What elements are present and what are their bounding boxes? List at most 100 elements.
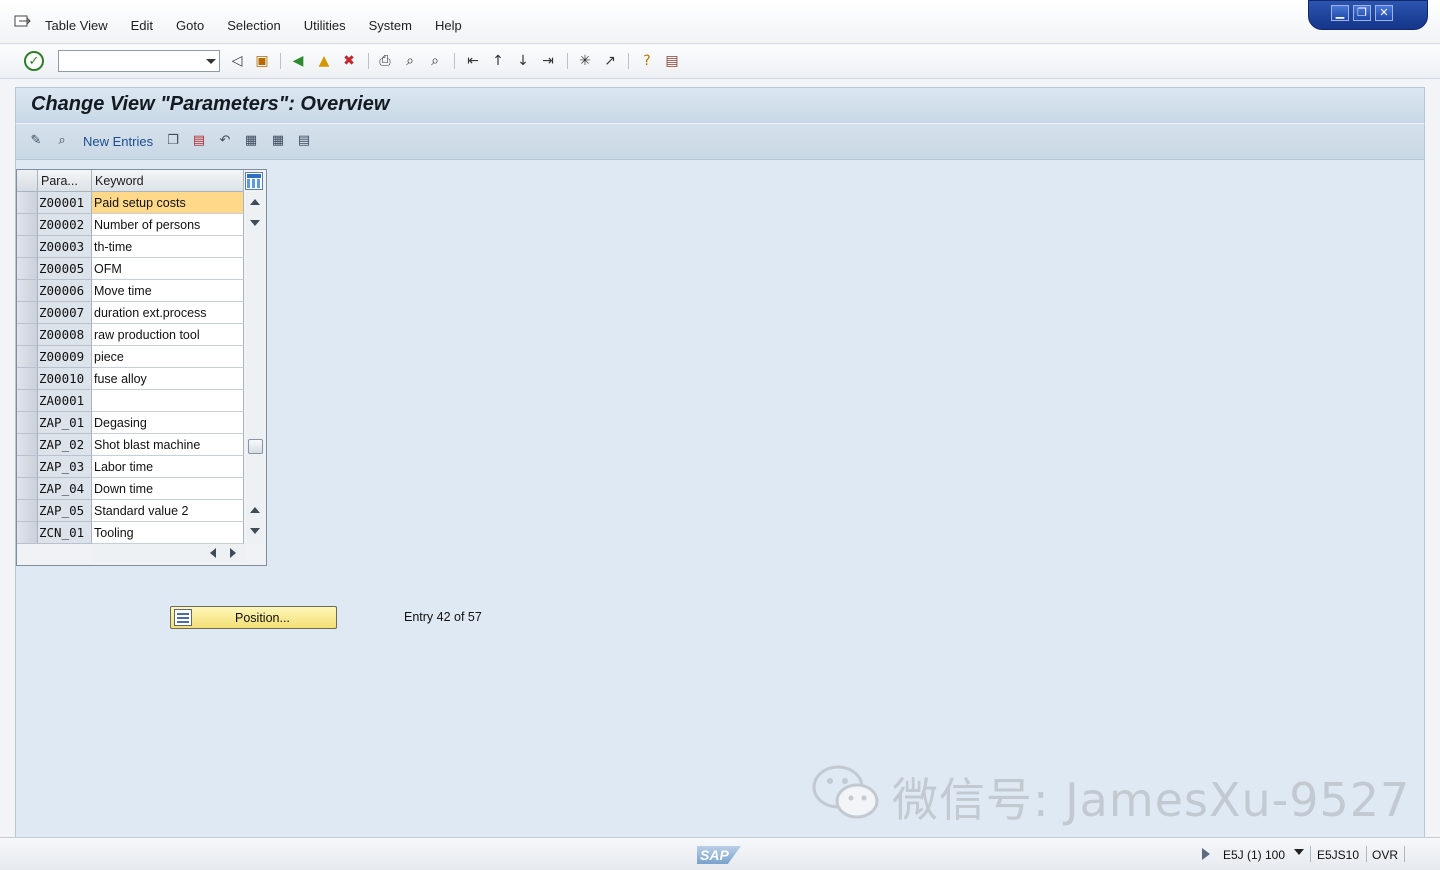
- create-session-icon[interactable]: ✳: [576, 52, 594, 70]
- table-row: Z00002 Number of persons: [17, 214, 244, 236]
- row-selector[interactable]: [17, 280, 38, 302]
- row-selector[interactable]: [17, 236, 38, 258]
- command-field[interactable]: [58, 50, 220, 72]
- row-selector[interactable]: [17, 368, 38, 390]
- scroll-thumb[interactable]: [248, 439, 263, 454]
- toolbar-separator: [567, 53, 568, 69]
- command-dropdown-icon[interactable]: [206, 59, 216, 64]
- scroll-down-icon[interactable]: [250, 220, 260, 226]
- table-row: Z00001 Paid setup costs: [17, 192, 244, 214]
- scroll-up-icon[interactable]: [250, 199, 260, 205]
- table-settings-icon[interactable]: [245, 172, 263, 190]
- layout-menu-icon[interactable]: ▤: [663, 52, 681, 70]
- row-selector[interactable]: [17, 390, 38, 412]
- row-selector[interactable]: [17, 522, 38, 544]
- scroll-left-icon[interactable]: [210, 548, 216, 558]
- find-next-icon[interactable]: ⌕: [426, 52, 444, 70]
- table-row: ZAP_04 Down time: [17, 478, 244, 500]
- display-change-icon[interactable]: ✎: [27, 132, 45, 150]
- select-block-icon[interactable]: ▦: [269, 132, 287, 150]
- row-selector[interactable]: [17, 478, 38, 500]
- enter-icon[interactable]: ✓: [24, 51, 44, 71]
- status-expand-icon[interactable]: [1202, 848, 1210, 860]
- details-icon[interactable]: ⌕: [53, 132, 71, 150]
- keyword-cell[interactable]: duration ext.process: [92, 302, 244, 324]
- keyword-cell[interactable]: Degasing: [92, 412, 244, 434]
- menu-item-system[interactable]: System: [369, 18, 412, 33]
- keyword-cell[interactable]: Standard value 2: [92, 500, 244, 522]
- menu-item-help[interactable]: Help: [435, 18, 462, 33]
- new-entries-button[interactable]: New Entries: [83, 134, 153, 149]
- entry-counter: Entry 42 of 57: [404, 610, 482, 624]
- column-header-keyword[interactable]: Keyword: [92, 170, 244, 192]
- menu-item-edit[interactable]: Edit: [131, 18, 153, 33]
- parameter-cell: Z00007: [38, 302, 92, 324]
- last-page-icon[interactable]: ⇥: [539, 52, 557, 70]
- row-selector[interactable]: [17, 434, 38, 456]
- horizontal-scrollbar[interactable]: [92, 544, 246, 562]
- system-info-dropdown-icon[interactable]: [1294, 849, 1304, 855]
- print-icon[interactable]: ⎙: [376, 52, 394, 70]
- row-selector[interactable]: [17, 258, 38, 280]
- menu-item-utilities[interactable]: Utilities: [304, 18, 346, 33]
- keyword-cell[interactable]: Tooling: [92, 522, 244, 544]
- copy-as-icon[interactable]: ❐: [164, 132, 182, 150]
- status-divider: [1310, 846, 1311, 862]
- keyword-cell[interactable]: fuse alloy: [92, 368, 244, 390]
- page-title: Change View "Parameters": Overview: [31, 93, 390, 115]
- keyword-cell[interactable]: [92, 390, 244, 412]
- vertical-scrollbar[interactable]: [246, 192, 264, 544]
- table-row: Z00006 Move time: [17, 280, 244, 302]
- row-selector[interactable]: [17, 346, 38, 368]
- menu-item-selection[interactable]: Selection: [227, 18, 280, 33]
- keyword-cell[interactable]: Paid setup costs: [92, 192, 244, 214]
- keyword-cell[interactable]: OFM: [92, 258, 244, 280]
- scroll-right-icon[interactable]: [230, 548, 236, 558]
- close-icon[interactable]: ✕: [1375, 5, 1393, 21]
- cancel-icon[interactable]: ✖: [340, 52, 358, 70]
- row-selector[interactable]: [17, 302, 38, 324]
- minimize-icon[interactable]: ▁: [1331, 5, 1349, 21]
- restore-icon[interactable]: ❐: [1353, 5, 1371, 21]
- toolbar-separator: [454, 53, 455, 69]
- previous-page-icon[interactable]: ↑: [489, 52, 507, 70]
- keyword-cell[interactable]: raw production tool: [92, 324, 244, 346]
- shortcut-icon[interactable]: ↗: [601, 52, 619, 70]
- delete-icon[interactable]: ▤: [190, 132, 208, 150]
- save-icon[interactable]: ▣: [253, 52, 271, 70]
- menu-item-table-view[interactable]: Table View: [45, 18, 108, 33]
- keyword-cell[interactable]: Shot blast machine: [92, 434, 244, 456]
- deselect-all-icon[interactable]: ▤: [295, 132, 313, 150]
- next-page-icon[interactable]: ↓: [514, 52, 532, 70]
- column-header-parameter[interactable]: Para...: [38, 170, 92, 192]
- row-selector[interactable]: [17, 412, 38, 434]
- status-divider: [1366, 846, 1367, 862]
- back-green-icon[interactable]: ◀: [289, 52, 307, 70]
- find-icon[interactable]: ⌕: [401, 52, 419, 70]
- row-selector[interactable]: [17, 324, 38, 346]
- row-selector[interactable]: [17, 456, 38, 478]
- position-button[interactable]: Position...: [170, 606, 337, 629]
- keyword-cell[interactable]: Down time: [92, 478, 244, 500]
- back-icon[interactable]: ◁: [228, 52, 246, 70]
- undo-change-icon[interactable]: ↶: [216, 132, 234, 150]
- menu-item-goto[interactable]: Goto: [176, 18, 204, 33]
- help-icon[interactable]: ?: [638, 52, 656, 70]
- select-all-rows-button[interactable]: [17, 170, 38, 192]
- status-divider: [1404, 846, 1405, 862]
- select-all-icon[interactable]: ▦: [242, 132, 260, 150]
- keyword-cell[interactable]: th-time: [92, 236, 244, 258]
- row-selector[interactable]: [17, 500, 38, 522]
- menu-window-icon[interactable]: [14, 15, 32, 29]
- parameters-table: Para... Keyword Z00001 Paid setup costs Z0…: [16, 169, 267, 566]
- row-selector[interactable]: [17, 192, 38, 214]
- first-page-icon[interactable]: ⇤: [464, 52, 482, 70]
- row-selector[interactable]: [17, 214, 38, 236]
- scroll-page-down-icon[interactable]: [250, 528, 260, 534]
- keyword-cell[interactable]: Number of persons: [92, 214, 244, 236]
- scroll-page-up-icon[interactable]: [250, 507, 260, 513]
- exit-icon[interactable]: ▲: [315, 52, 333, 70]
- keyword-cell[interactable]: Labor time: [92, 456, 244, 478]
- keyword-cell[interactable]: Move time: [92, 280, 244, 302]
- keyword-cell[interactable]: piece: [92, 346, 244, 368]
